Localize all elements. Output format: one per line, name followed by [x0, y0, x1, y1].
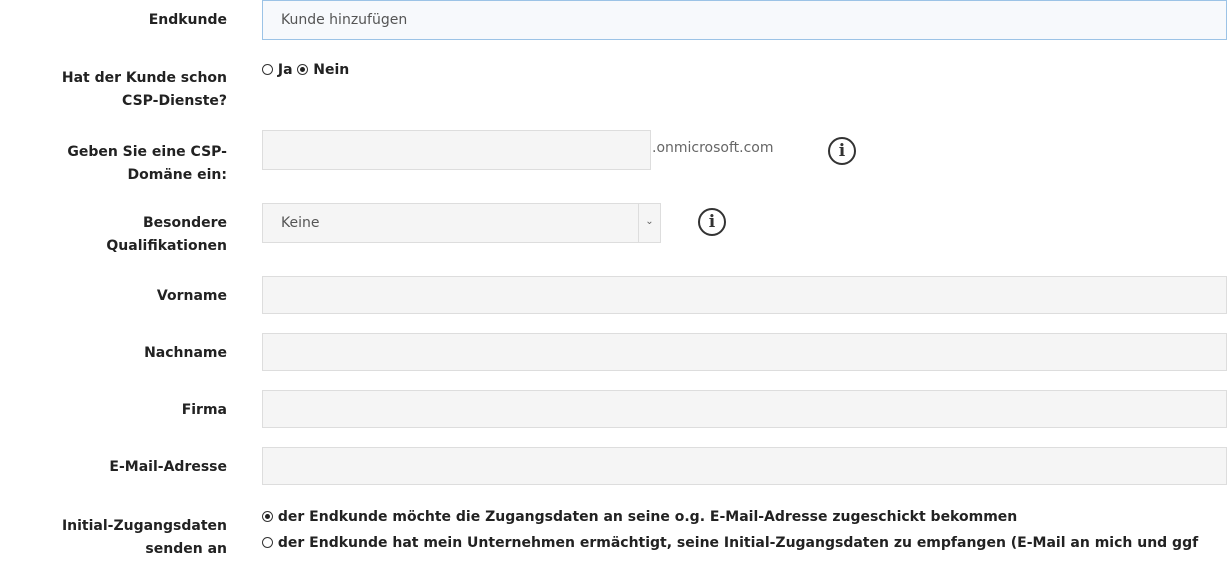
- qualifications-select[interactable]: Keine ⌄: [262, 203, 661, 243]
- info-icon[interactable]: i: [698, 208, 726, 236]
- radio-ja-label[interactable]: Ja: [278, 62, 293, 78]
- chevron-down-icon: ⌄: [638, 204, 660, 242]
- radio-nein-label[interactable]: Nein: [313, 62, 349, 78]
- credentials-option-1-label: der Endkunde möchte die Zugangsdaten an …: [277, 509, 1018, 525]
- info-icon[interactable]: i: [828, 137, 856, 165]
- csp-services-radio-group: Ja Nein: [262, 62, 349, 78]
- radio-option-1[interactable]: [262, 511, 273, 522]
- vorname-input[interactable]: [262, 276, 1227, 314]
- credentials-option-2-label: der Endkunde hat mein Unternehmen ermäch…: [277, 535, 1199, 551]
- email-input[interactable]: [262, 447, 1227, 485]
- qualifications-label: Besondere Qualifikationen: [106, 215, 227, 254]
- vorname-label: Vorname: [156, 288, 227, 304]
- radio-ja[interactable]: [262, 64, 273, 75]
- radio-nein[interactable]: [297, 64, 309, 75]
- csp-domain-input[interactable]: [262, 130, 651, 170]
- credentials-option-2[interactable]: der Endkunde hat mein Unternehmen ermäch…: [262, 535, 1198, 551]
- initial-credentials-label: Initial-Zugangsdaten senden an: [61, 518, 227, 557]
- email-label: E-Mail-Adresse: [109, 459, 227, 475]
- nachname-label: Nachname: [144, 345, 227, 361]
- firma-input[interactable]: [262, 390, 1227, 428]
- nachname-input[interactable]: [262, 333, 1227, 371]
- qualifications-selected: Keine: [281, 215, 320, 231]
- csp-domain-label: Geben Sie eine CSP-Domäne ein:: [67, 144, 227, 183]
- csp-services-label: Hat der Kunde schon CSP-Dienste?: [61, 70, 227, 109]
- credentials-option-1[interactable]: der Endkunde möchte die Zugangsdaten an …: [262, 509, 1017, 525]
- firma-label: Firma: [181, 402, 227, 418]
- endkunde-label: Endkunde: [148, 12, 227, 28]
- endkunde-input[interactable]: Kunde hinzufügen: [262, 0, 1227, 40]
- csp-domain-suffix: .onmicrosoft.com: [652, 140, 774, 156]
- radio-option-2[interactable]: [262, 537, 273, 548]
